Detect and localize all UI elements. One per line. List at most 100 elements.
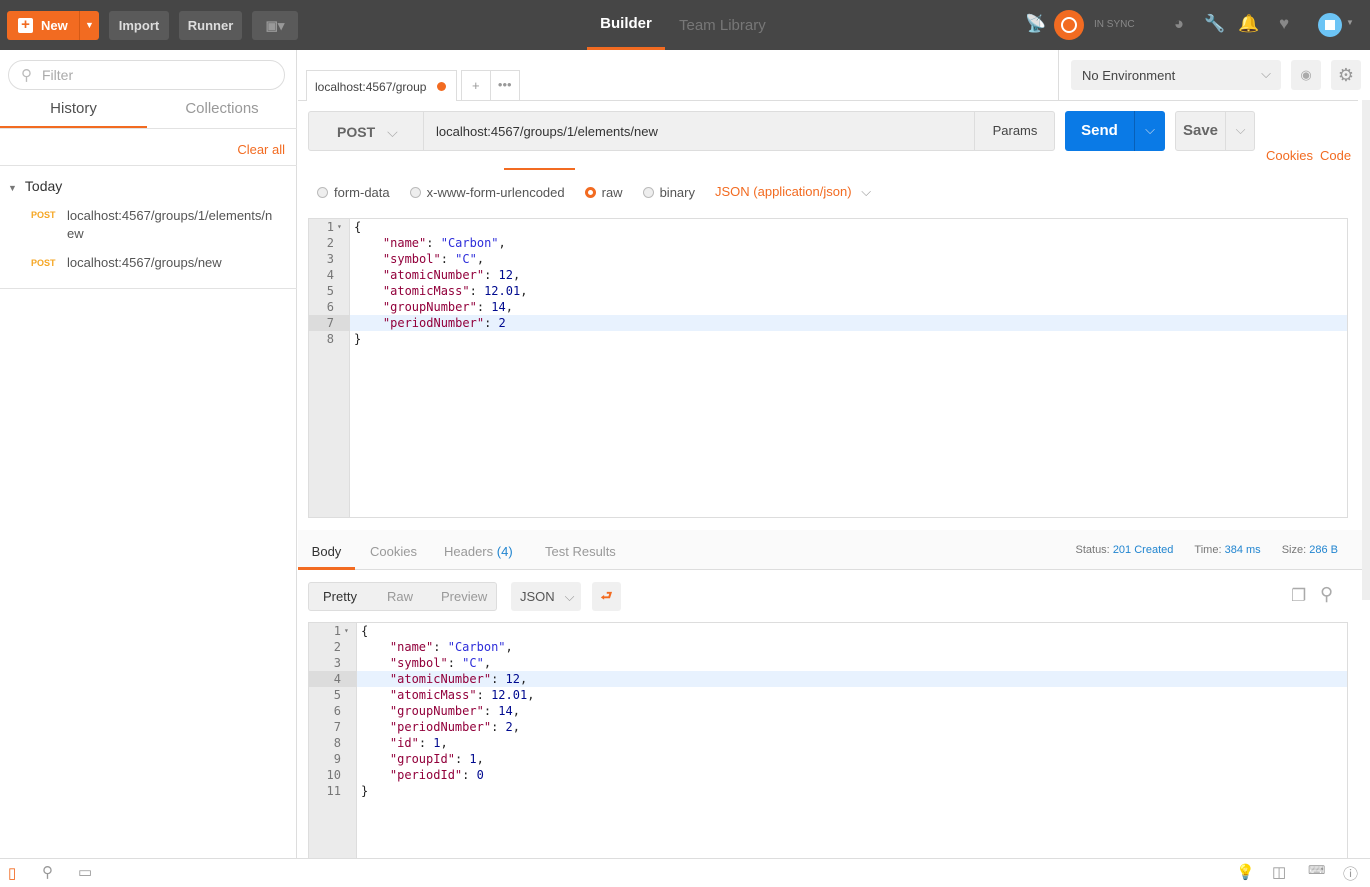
two-pane-icon[interactable]: ◫: [1272, 863, 1286, 881]
status-bar: ▯ ⚲ ▭ 💡 ◫ ⌨ ⓘ: [0, 858, 1370, 887]
chevron-down-icon: ⌵: [1261, 66, 1271, 81]
time-value: 384 ms: [1224, 544, 1261, 556]
tab-builder[interactable]: Builder: [587, 0, 665, 50]
search-icon[interactable]: ⚲: [1320, 584, 1333, 605]
globe-icon[interactable]: ◕: [1169, 14, 1189, 34]
filter-input[interactable]: ⚲ Filter: [8, 60, 285, 90]
code-line: {: [361, 624, 369, 638]
code-line: "id": 1,: [389, 736, 448, 750]
code-line: "atomicMass": 12.01,: [389, 688, 535, 702]
save-button[interactable]: Save ⌵: [1175, 111, 1255, 151]
new-window-icon: ▣▾: [265, 17, 285, 33]
satellite-icon[interactable]: 📡: [1025, 14, 1046, 34]
avatar[interactable]: [1318, 13, 1342, 37]
console-icon[interactable]: ▭: [78, 863, 92, 881]
sync-status: IN SYNC: [1094, 19, 1135, 30]
environment-select[interactable]: No Environment ⌵: [1071, 60, 1281, 90]
radio-binary[interactable]: binary: [642, 185, 695, 200]
line-number: 1: [333, 624, 341, 638]
new-window-button[interactable]: ▣▾: [252, 11, 298, 40]
request-tab[interactable]: localhost:4567/groups: [306, 70, 457, 101]
code-link[interactable]: Code: [1320, 148, 1351, 163]
tab-body[interactable]: Body: [298, 530, 355, 570]
line-number: 1: [326, 220, 334, 234]
fold-icon[interactable]: ▾: [344, 623, 349, 639]
format-select[interactable]: JSON ⌵: [511, 582, 581, 611]
send-dropdown-arrow[interactable]: ⌵: [1134, 111, 1165, 151]
scrollbar[interactable]: [1362, 100, 1370, 600]
line-number: 4: [326, 268, 334, 282]
view-raw[interactable]: Raw: [387, 589, 413, 604]
tab-collections[interactable]: Collections: [147, 100, 297, 129]
content-type-select[interactable]: JSON (application/json) ⌵: [715, 184, 871, 200]
params-button[interactable]: Params: [974, 112, 1055, 150]
code-line: "atomicNumber": 12,: [382, 268, 521, 282]
fold-icon[interactable]: ▾: [337, 219, 342, 235]
view-preview[interactable]: Preview: [441, 589, 487, 604]
wrap-lines-button[interactable]: ⮐: [592, 582, 621, 611]
tab-test-results[interactable]: Test Results: [545, 530, 616, 574]
lightbulb-icon[interactable]: 💡: [1236, 863, 1255, 881]
tab-headers[interactable]: Headers (4): [444, 530, 513, 574]
chevron-down-icon: ⌵: [387, 124, 398, 140]
runner-button[interactable]: Runner: [179, 11, 242, 40]
keyboard-icon[interactable]: ⌨: [1308, 863, 1325, 877]
send-button[interactable]: Send ⌵: [1065, 111, 1165, 151]
search-icon[interactable]: ⚲: [42, 863, 53, 881]
history-item[interactable]: POST localhost:4567/groups/1/elements/ne…: [0, 206, 297, 248]
environment-quick-look-button[interactable]: ◉: [1291, 60, 1321, 90]
code-line: "groupNumber": 14,: [389, 704, 520, 718]
line-number: 11: [326, 784, 341, 798]
plus-icon: +: [18, 17, 33, 33]
tab-team-library[interactable]: Team Library: [679, 0, 766, 50]
method-select[interactable]: POST ⌵: [309, 112, 424, 150]
clear-all-link[interactable]: Clear all: [237, 142, 285, 157]
sync-icon[interactable]: [1054, 10, 1084, 40]
toggle-sidebar-icon[interactable]: ▯: [8, 864, 16, 882]
wrap-icon: ⮐: [600, 588, 613, 603]
radio-form-data[interactable]: form-data: [317, 185, 390, 200]
code-line: }: [361, 784, 369, 798]
divider: [298, 100, 1358, 101]
add-tab-button[interactable]: +: [462, 71, 491, 100]
code-line: "atomicNumber": 12,: [389, 672, 528, 686]
view-pretty[interactable]: Pretty: [323, 589, 357, 604]
more-tabs-button[interactable]: •••: [491, 71, 519, 100]
request-body-editor[interactable]: 1 ▾{2 "name": "Carbon", 3 "symbol": "C", 4 …: [308, 218, 1348, 518]
top-bar: + New ▼ Import Runner ▣▾ Builder Team Li…: [0, 0, 1370, 50]
view-mode-group: Pretty Raw Preview: [308, 582, 497, 611]
size-value: 286 B: [1309, 544, 1338, 556]
cookies-link[interactable]: Cookies: [1266, 148, 1313, 163]
manage-environments-button[interactable]: ⚙: [1331, 60, 1361, 90]
history-item[interactable]: POST localhost:4567/groups/new: [0, 254, 297, 276]
response-header: Body Cookies Headers (4) Test Results St…: [298, 530, 1362, 570]
wrench-icon[interactable]: 🔧: [1204, 14, 1225, 34]
code-line: "name": "Carbon",: [382, 236, 506, 250]
search-icon: ⚲: [21, 67, 32, 84]
code-line: "periodNumber": 2: [382, 316, 506, 330]
code-line: "symbol": "C",: [382, 252, 485, 266]
unsaved-dot-icon: [437, 82, 446, 91]
help-icon[interactable]: ⓘ: [1343, 863, 1358, 884]
radio-x-www-form-urlencoded[interactable]: x-www-form-urlencoded: [409, 185, 565, 200]
avatar-dropdown-icon[interactable]: ▼: [1346, 18, 1354, 27]
save-dropdown-arrow[interactable]: ⌵: [1225, 112, 1255, 150]
new-dropdown-arrow[interactable]: ▼: [79, 11, 99, 40]
radio-raw[interactable]: raw: [584, 185, 623, 200]
line-number: 4: [333, 672, 341, 686]
copy-icon[interactable]: ❐: [1291, 586, 1306, 606]
divider: [0, 128, 297, 129]
url-input[interactable]: localhost:4567/groups/1/elements/new: [424, 112, 974, 150]
new-button[interactable]: + New ▼: [7, 11, 99, 40]
divider: [0, 288, 297, 289]
history-group-today[interactable]: ▼ Today: [8, 178, 62, 194]
sidebar: ⚲ Filter History Collections Clear all ▼…: [0, 50, 297, 858]
code-line: "name": "Carbon",: [389, 640, 513, 654]
import-button[interactable]: Import: [109, 11, 169, 40]
bell-icon[interactable]: 🔔: [1238, 14, 1259, 34]
tab-history[interactable]: History: [0, 100, 147, 129]
tab-cookies[interactable]: Cookies: [370, 530, 417, 574]
chevron-down-icon: ⌵: [861, 184, 872, 199]
heart-icon[interactable]: ♥: [1274, 14, 1294, 34]
response-body-viewer[interactable]: 1 ▾{2 "name": "Carbon", 3 "symbol": "C", 4 …: [308, 622, 1348, 858]
